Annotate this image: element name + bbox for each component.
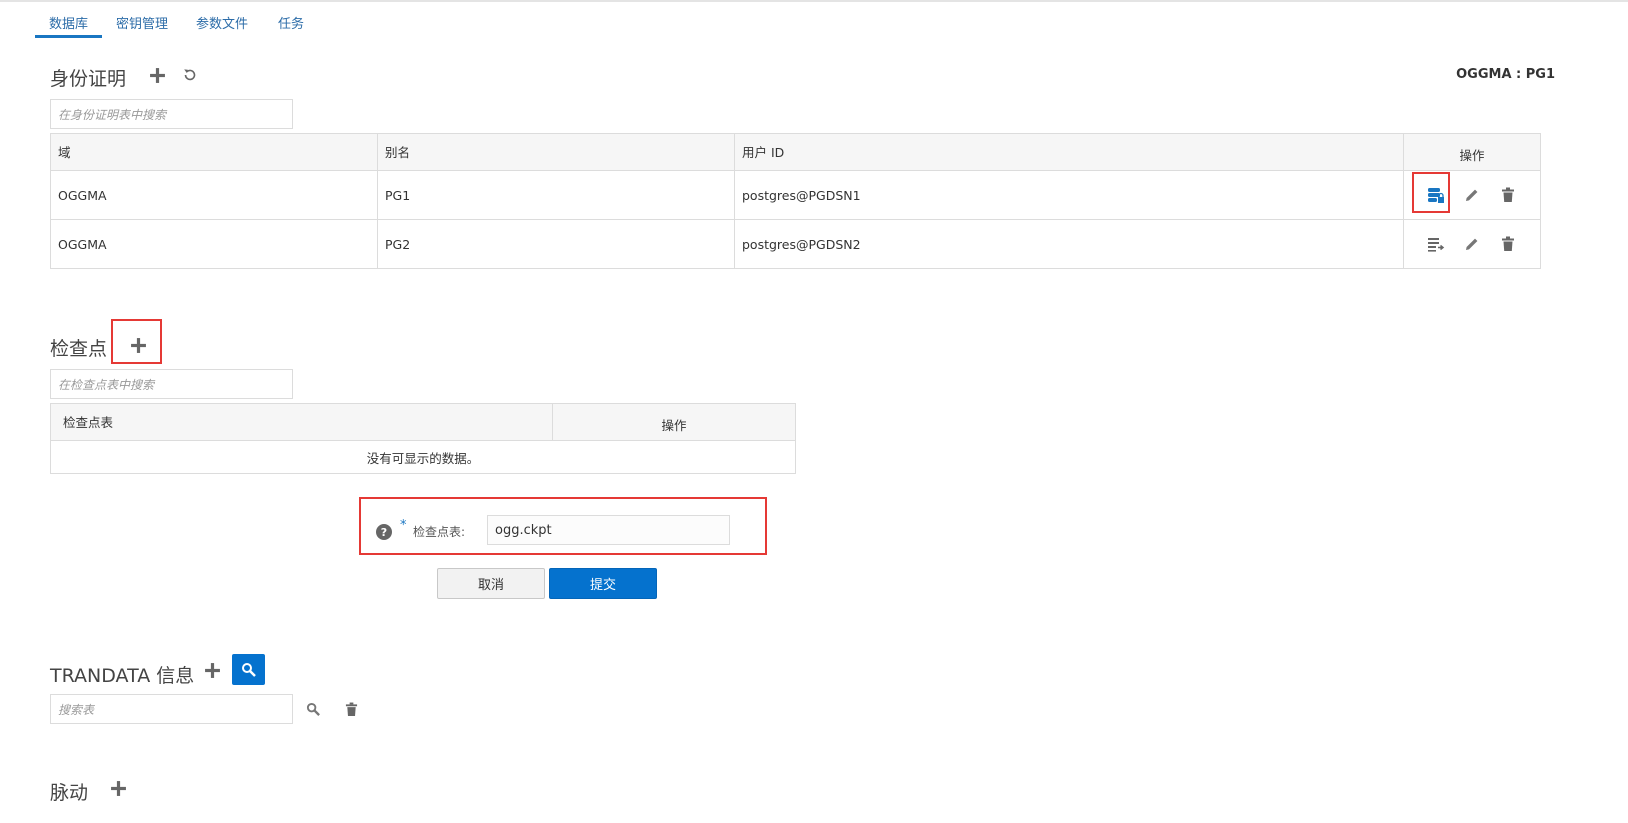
cell-user-id: postgres@PGDSN2 bbox=[734, 219, 1404, 269]
list-action-button[interactable] bbox=[1425, 233, 1447, 255]
add-credential-button[interactable] bbox=[146, 64, 168, 86]
checkpoint-table: 检查点表 操作 没有可显示的数据。 bbox=[50, 403, 796, 474]
edit-button[interactable] bbox=[1461, 184, 1483, 206]
checkpoint-table-input[interactable]: ogg.ckpt bbox=[487, 515, 730, 545]
table-row: OGGMA PG1 postgres@PGDSN1 bbox=[50, 170, 1541, 220]
add-heartbeat-button[interactable] bbox=[107, 777, 129, 799]
credentials-table: 域 别名 用户 ID 操作 OGGMA PG1 postgres@PGDSN1 bbox=[50, 133, 1541, 269]
edit-button[interactable] bbox=[1461, 233, 1483, 255]
plus-icon bbox=[204, 662, 220, 678]
required-mark: * bbox=[400, 518, 407, 533]
trandata-delete-button[interactable] bbox=[340, 698, 362, 720]
cell-actions bbox=[1403, 219, 1541, 269]
delete-button[interactable] bbox=[1497, 233, 1519, 255]
search-icon bbox=[306, 702, 320, 716]
cell-domain: OGGMA bbox=[50, 170, 378, 220]
highlight-add-checkpoint bbox=[111, 319, 162, 364]
submit-button[interactable]: 提交 bbox=[549, 568, 657, 599]
checkpoint-title: 检查点 bbox=[50, 338, 108, 360]
trash-icon bbox=[1502, 187, 1514, 202]
trandata-search-button[interactable] bbox=[302, 698, 324, 720]
edit-icon bbox=[1466, 189, 1478, 201]
tab-key-management[interactable]: 密钥管理 bbox=[102, 8, 182, 38]
column-header-actions: 操作 bbox=[552, 403, 796, 441]
table-row: OGGMA PG2 postgres@PGDSN2 bbox=[50, 219, 1541, 269]
credentials-search-input[interactable]: 在身份证明表中搜索 bbox=[50, 99, 293, 129]
credentials-title: 身份证明 bbox=[50, 68, 127, 90]
cell-alias: PG1 bbox=[377, 170, 735, 220]
checkpoint-search-input[interactable]: 在检查点表中搜索 bbox=[50, 369, 293, 399]
refresh-icon bbox=[184, 69, 196, 81]
plus-icon bbox=[110, 780, 126, 796]
tab-database[interactable]: 数据库 bbox=[35, 8, 103, 38]
tab-bar: 数据库 密钥管理 参数文件 任务 bbox=[35, 8, 318, 38]
cell-user-id: postgres@PGDSN1 bbox=[734, 170, 1404, 220]
search-icon bbox=[241, 662, 256, 677]
top-border bbox=[0, 0, 1628, 2]
add-trandata-button[interactable] bbox=[201, 659, 223, 681]
cell-alias: PG2 bbox=[377, 219, 735, 269]
empty-message: 没有可显示的数据。 bbox=[50, 440, 796, 474]
column-header-domain[interactable]: 域 bbox=[50, 133, 378, 171]
column-header-alias[interactable]: 别名 bbox=[377, 133, 735, 171]
column-header-user-id[interactable]: 用户 ID bbox=[734, 133, 1404, 171]
list-arrow-icon bbox=[1428, 238, 1445, 252]
trandata-title: TRANDATA 信息 bbox=[50, 665, 195, 687]
trandata-search-input[interactable]: 搜索表 bbox=[50, 694, 293, 724]
refresh-credentials-button[interactable] bbox=[179, 64, 201, 86]
help-icon[interactable]: ? bbox=[376, 524, 392, 540]
tab-parameter-files[interactable]: 参数文件 bbox=[182, 8, 262, 38]
delete-button[interactable] bbox=[1497, 184, 1519, 206]
column-header-checkpoint-table[interactable]: 检查点表 bbox=[50, 403, 553, 441]
checkpoint-table-label: 检查点表: bbox=[413, 525, 466, 539]
cell-domain: OGGMA bbox=[50, 219, 378, 269]
context-label: OGGMA : PG1 bbox=[1456, 67, 1555, 82]
trash-icon bbox=[345, 702, 357, 716]
cancel-button[interactable]: 取消 bbox=[437, 568, 545, 599]
column-header-actions: 操作 bbox=[1403, 133, 1541, 171]
edit-icon bbox=[1466, 238, 1478, 250]
tab-tasks[interactable]: 任务 bbox=[262, 8, 318, 38]
trash-icon bbox=[1502, 236, 1514, 251]
plus-icon bbox=[149, 67, 165, 83]
heartbeat-title: 脉动 bbox=[50, 782, 89, 804]
trandata-search-toggle-button[interactable] bbox=[232, 654, 265, 685]
highlight-db-lock bbox=[1412, 172, 1450, 213]
